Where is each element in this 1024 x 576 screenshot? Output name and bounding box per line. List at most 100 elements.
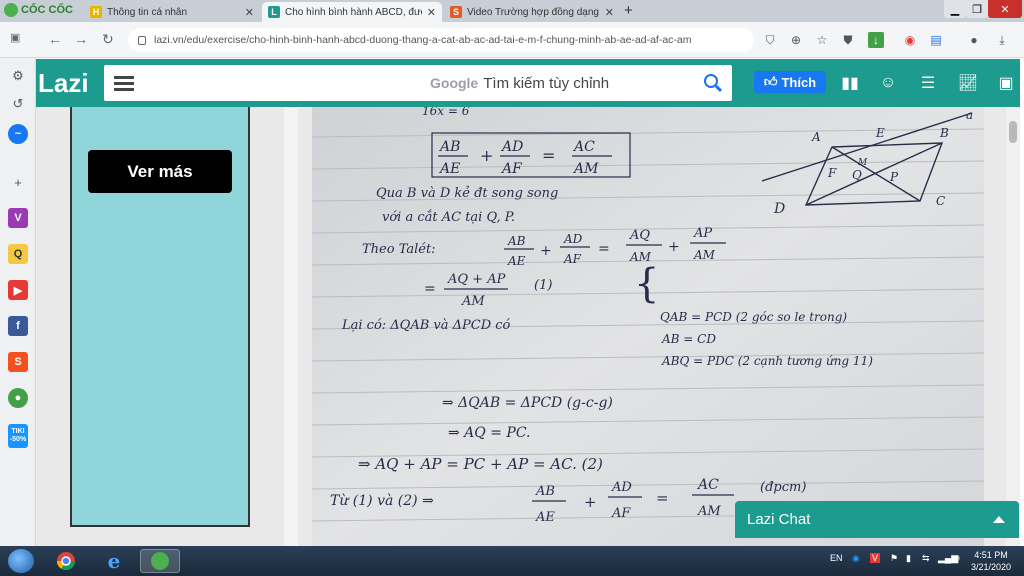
taskbar-clock[interactable]: 4:51 PM 3/21/2020 [963,549,1019,573]
green-app-icon[interactable]: ● [8,388,28,408]
search-icon[interactable] [704,74,718,88]
tiki-icon[interactable]: TIKI -50% [8,424,28,448]
fig-label-d: D [773,201,785,217]
page-content: Ver más 16x = 6 AB AE + AD AF = AC AM Qu… [36,107,1020,546]
category-menu[interactable] [104,65,444,101]
tab-close-icon[interactable]: ✕ [605,6,614,19]
svg-text:{: { [634,261,659,307]
facebook-icon[interactable]: f [8,316,28,336]
messenger-icon[interactable]: ~ [8,124,28,144]
downloads-icon[interactable]: ⤓ [994,32,1010,48]
close-window-button[interactable]: ✕ [988,0,1022,18]
gift-icon[interactable]: ▣ [996,73,1016,93]
tray-flag-icon[interactable]: ⚑ [890,553,898,564]
tab-close-icon[interactable]: ✕ [245,6,254,19]
final-n3: AC [696,477,719,493]
back-button[interactable]: ← [48,31,62,47]
chevron-up-icon[interactable] [993,516,1005,523]
tray-arrow-icon[interactable]: ⇆ [922,553,930,564]
tab-video[interactable]: S Video Trường hợp đồng dạng ✕ [444,2,620,22]
tray-volume-icon[interactable]: 🔊︎ [954,553,960,564]
chart-icon[interactable]: 📈︎ [958,73,978,93]
svg-text:=: = [656,489,669,507]
result-1: ⇒ ΔQAB = ΔPCD (g-c-g) [442,395,613,411]
adblock-icon[interactable]: ⛊ [840,32,856,48]
tab-favicon-icon: S [450,6,462,18]
shopee-icon[interactable]: S [8,352,28,372]
svg-text:=: = [424,281,436,297]
reload-button[interactable]: ↻ [102,31,114,48]
tab-lazi-exercise[interactable]: L Cho hình bình hành ABCD, đường ✕ [262,2,442,22]
final-d2: AF [611,506,631,521]
coccoc-logo[interactable]: CỐC CỐC [4,3,73,17]
ie-taskbar-icon[interactable]: e [94,549,134,573]
tab-thong-tin[interactable]: H Thông tin cá nhân ✕ [84,2,260,22]
fig-label-a: A [811,130,821,144]
tab-close-icon[interactable]: ✕ [427,6,436,19]
extension-icon[interactable]: ◉ [902,32,918,48]
note-tu: Từ (1) và (2) ⇒ [330,493,434,509]
zoom-icon[interactable]: ⊕ [788,32,804,48]
smiley-icon[interactable]: ☺ [878,73,898,93]
lazi-chat-bar[interactable]: Lazi Chat [735,501,1019,538]
scrollbar-thumb[interactable] [1009,121,1017,143]
history-icon[interactable]: ↺ [8,94,28,114]
final-d1: AE [535,510,555,525]
svg-text:+: + [668,239,680,255]
tab-title: Thông tin cá nhân [107,6,188,18]
chrome-taskbar-icon[interactable] [46,549,86,573]
google-brand: Google [430,75,479,91]
tray-app-icon[interactable]: ◉ [852,553,860,564]
talet-n4: AP [693,226,712,241]
shield-icon[interactable]: ⛉ [762,32,778,48]
vivaldi-icon[interactable]: V [8,208,28,228]
bookmark-star-icon[interactable]: ☆ [814,32,830,48]
minimize-button[interactable]: ▁ [944,0,966,18]
book-icon[interactable]: ▮▮ [840,73,860,93]
clock-date: 3/21/2020 [970,562,1012,572]
sidebar-toggle-icon[interactable]: ▣ [10,31,20,44]
language-indicator[interactable]: EN [830,553,843,563]
fig-label-e: E [875,126,885,140]
tray-v-icon[interactable]: V [870,553,881,563]
frac-ae: AE [438,161,460,177]
profile-avatar[interactable]: ● [966,32,982,48]
add-app-icon[interactable]: + [8,172,28,192]
lazi-logo[interactable]: Lazi [38,68,89,99]
lock-icon [138,35,146,45]
fig-label-f: F [827,166,837,180]
coccoc-taskbar-icon[interactable] [140,549,180,573]
fig-label-c: C [936,194,945,208]
search-input[interactable]: Google Tìm kiếm tùy chỉnh [418,65,732,101]
forward-button[interactable]: → [74,31,88,47]
tray-network-icon[interactable]: ▮ [906,553,911,564]
tab-favicon-icon: H [90,6,102,18]
lazi-header: Lazi Google Tìm kiếm tùy chỉnh 👍︎ Thích … [36,59,1020,107]
page-scrollbar[interactable] [1006,107,1020,546]
settings-gear-icon[interactable]: ⚙ [8,66,28,86]
clock-time: 4:51 PM [974,550,1008,560]
maximize-button[interactable]: ❐ [966,0,988,18]
frac-am: AM [572,161,599,177]
cond-2: AB = CD [661,332,716,346]
ver-mas-button[interactable]: Ver más [88,150,232,193]
tab-favicon-icon: L [268,6,280,18]
download-ext-icon[interactable]: ↓ [868,32,884,48]
cond-1: QAB = PCD (2 góc so le trong) [660,310,847,324]
fig-label-q: Q [852,168,862,182]
final-n1: AB [535,484,555,499]
like-button[interactable]: 👍︎ Thích [754,71,826,93]
list-icon[interactable]: ☰ [918,73,938,93]
browser-tab-strip: CỐC CỐC H Thông tin cá nhân ✕ L Cho hình… [0,0,1024,22]
note-voi: với a cắt AC tại Q, P. [382,209,515,225]
youtube-icon[interactable]: ▶ [8,280,28,300]
step1-num: AQ + AP [447,272,506,287]
fig-label-m: M [857,158,868,168]
start-button[interactable] [8,549,34,573]
q-app-icon[interactable]: Q [8,244,28,264]
url-field[interactable]: lazi.vn/edu/exercise/cho-hinh-binh-hanh-… [128,28,754,52]
address-bar-row: ▣ ← → ↻ lazi.vn/edu/exercise/cho-hinh-bi… [0,22,1024,58]
new-tab-button[interactable]: + [624,2,633,19]
translate-icon[interactable]: ▤ [928,32,944,48]
note-theo-talet: Theo Talét: [362,242,436,257]
